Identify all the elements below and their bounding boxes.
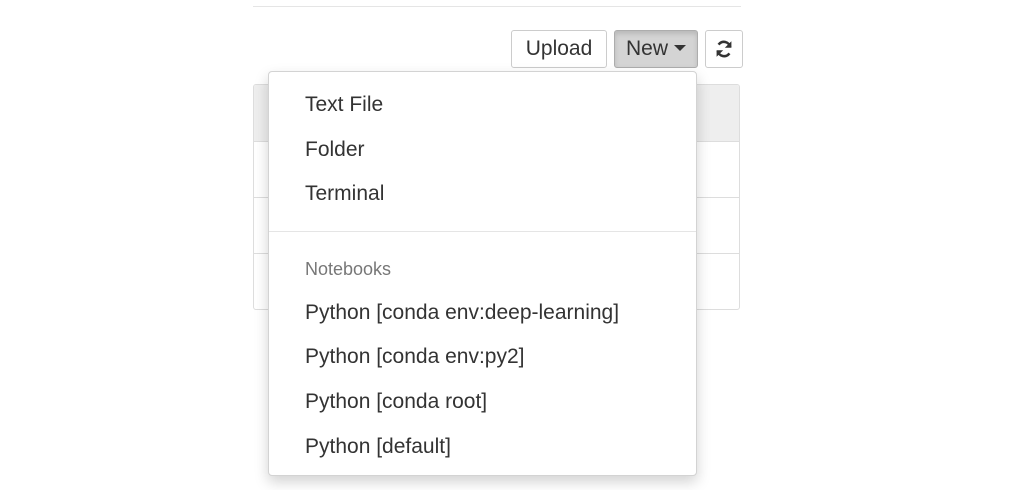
new-dropdown-button[interactable]: New (614, 30, 698, 68)
menu-divider (269, 231, 696, 232)
caret-down-icon (674, 44, 686, 51)
new-button-label: New (625, 37, 668, 60)
menu-header-notebooks: Notebooks (305, 259, 392, 279)
menu-item-python-default[interactable]: Python [default] (305, 434, 451, 460)
menu-item-text-file[interactable]: Text File (305, 92, 383, 118)
upload-button[interactable]: Upload (511, 30, 607, 68)
refresh-icon (716, 40, 732, 58)
menu-item-folder[interactable]: Folder (305, 137, 365, 163)
refresh-button[interactable] (705, 30, 743, 68)
menu-item-python-conda-root[interactable]: Python [conda root] (305, 389, 487, 415)
menu-item-python-deep-learning[interactable]: Python [conda env:deep-learning] (305, 300, 619, 326)
menu-item-python-py2[interactable]: Python [conda env:py2] (305, 344, 525, 370)
header-divider (253, 6, 741, 7)
notebook-dashboard: Upload New Text File Folder Terminal Not… (0, 0, 1011, 490)
menu-item-terminal[interactable]: Terminal (305, 181, 384, 207)
new-dropdown-menu: Text File Folder Terminal Notebooks Pyth… (268, 71, 697, 476)
